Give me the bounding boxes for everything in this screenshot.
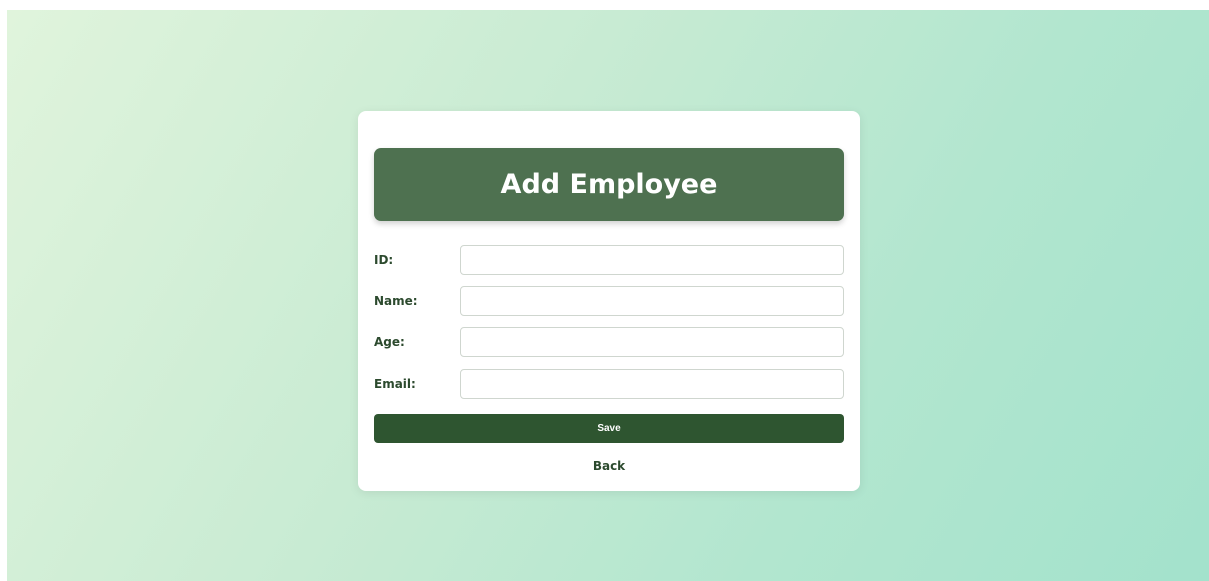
- save-button[interactable]: Save: [374, 414, 844, 443]
- email-row: Email:: [374, 369, 844, 399]
- page-title: Add Employee: [500, 169, 718, 200]
- id-label: ID:: [374, 253, 394, 267]
- page-header: Add Employee: [374, 148, 844, 221]
- add-employee-card: Add Employee ID: Name: Age: Email: Save …: [358, 111, 860, 491]
- name-label: Name:: [374, 294, 418, 308]
- back-link[interactable]: Back: [358, 459, 860, 473]
- name-input[interactable]: [460, 286, 844, 316]
- age-label: Age:: [374, 335, 405, 349]
- name-row: Name:: [374, 286, 844, 316]
- age-row: Age:: [374, 327, 844, 357]
- id-input[interactable]: [460, 245, 844, 275]
- email-input[interactable]: [460, 369, 844, 399]
- email-label: Email:: [374, 377, 416, 391]
- page-background: Add Employee ID: Name: Age: Email: Save …: [7, 10, 1209, 581]
- age-input[interactable]: [460, 327, 844, 357]
- id-row: ID:: [374, 245, 844, 275]
